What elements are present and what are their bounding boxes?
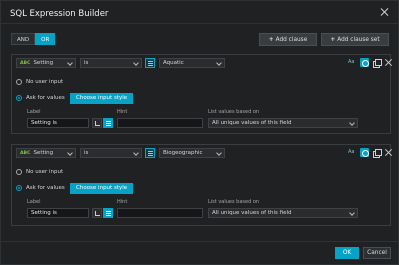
ask-for-values-label: Ask for values (26, 95, 65, 101)
value-source-list-icon[interactable] (145, 58, 155, 68)
add-clause-button[interactable]: + Add clause (259, 33, 317, 46)
value-select[interactable]: Aquatic (159, 58, 225, 68)
value-select[interactable]: Biogeographic (159, 148, 225, 158)
clause-card: ABC Setting is Biogeographic Aa No user i… (11, 144, 391, 226)
list-values-select-value: All unique values of this field (212, 120, 292, 126)
text-field-type-icon: ABC (20, 151, 31, 156)
choose-input-style-button[interactable]: Choose input style (70, 183, 134, 194)
radio-unchecked-icon (16, 79, 22, 85)
dropdown-style-button[interactable] (103, 208, 113, 218)
clause-expression-row: ABC Setting is Biogeographic Aa (12, 145, 390, 159)
plus-icon: + (268, 37, 274, 43)
field-select-value: Setting (33, 60, 54, 66)
label-input[interactable]: Setting is (27, 118, 89, 128)
chevron-down-icon (349, 210, 355, 216)
ask-for-values-option[interactable]: Ask for values (16, 93, 65, 103)
list-glyph-icon (95, 121, 100, 126)
field-select[interactable]: ABC Setting (16, 58, 76, 68)
operator-select-value: is (84, 150, 89, 156)
dialog-title: SQL Expression Builder (10, 9, 109, 19)
settings-icon[interactable] (360, 58, 369, 67)
menu-glyph-icon (106, 211, 111, 216)
hint-input[interactable] (117, 118, 203, 128)
field-select-value: Setting (33, 150, 54, 156)
chevron-down-icon (216, 150, 222, 156)
delete-icon[interactable] (384, 58, 393, 67)
list-values-select[interactable]: All unique values of this field (208, 118, 358, 128)
radio-checked-icon (16, 95, 22, 101)
ask-for-values-option[interactable]: Ask for values (16, 183, 65, 193)
menu-glyph-icon (106, 121, 111, 126)
plus-icon: + (330, 37, 336, 43)
no-user-input-label: No user input (26, 79, 64, 85)
chevron-down-icon (349, 120, 355, 126)
operator-select-value: is (84, 60, 89, 66)
chevron-down-icon (67, 150, 73, 156)
or-toggle-button[interactable]: OR (35, 33, 56, 45)
no-user-input-option[interactable]: No user input (16, 77, 63, 87)
cancel-button[interactable]: Cancel (363, 247, 391, 259)
dropdown-style-button[interactable] (103, 118, 113, 128)
choose-input-style-button[interactable]: Choose input style (70, 93, 134, 104)
ask-for-values-label: Ask for values (26, 185, 65, 191)
copy-icon[interactable] (372, 58, 382, 68)
list-values-select[interactable]: All unique values of this field (208, 208, 358, 218)
case-sensitive-icon[interactable]: Aa (348, 58, 357, 67)
add-clause-set-label: Add clause set (337, 37, 380, 43)
label-input[interactable]: Setting is (27, 208, 89, 218)
radio-checked-icon (16, 185, 22, 191)
text-field-type-icon: ABC (20, 61, 31, 66)
sql-expression-builder-dialog: SQL Expression Builder AND OR + Add claus… (0, 0, 399, 265)
title-divider (1, 23, 399, 24)
and-toggle-button[interactable]: AND (11, 33, 36, 45)
hint-header: Hint (117, 199, 128, 205)
no-user-input-option[interactable]: No user input (16, 167, 63, 177)
label-header: Label (27, 199, 41, 205)
footer-divider (1, 241, 399, 242)
label-header: Label (27, 109, 41, 115)
operator-select[interactable]: is (80, 148, 142, 158)
list-style-button[interactable] (92, 208, 102, 218)
close-icon[interactable] (380, 7, 390, 17)
chevron-down-icon (133, 60, 139, 66)
value-source-list-icon[interactable] (145, 148, 155, 158)
list-glyph-icon (95, 211, 100, 216)
list-style-button[interactable] (92, 118, 102, 128)
case-sensitive-icon[interactable]: Aa (348, 148, 357, 157)
list-values-header: List values based on (208, 199, 260, 205)
list-values-select-value: All unique values of this field (212, 210, 292, 216)
clause-expression-row: ABC Setting is Aquatic Aa (12, 55, 390, 69)
chevron-down-icon (133, 150, 139, 156)
hint-input[interactable] (117, 208, 203, 218)
no-user-input-label: No user input (26, 169, 64, 175)
copy-icon[interactable] (372, 148, 382, 158)
add-clause-set-button[interactable]: + Add clause set (321, 33, 389, 46)
chevron-down-icon (67, 60, 73, 66)
hint-header: Hint (117, 109, 128, 115)
clause-card: ABC Setting is Aquatic Aa No user input A… (11, 54, 391, 134)
delete-icon[interactable] (384, 148, 393, 157)
field-select[interactable]: ABC Setting (16, 148, 76, 158)
value-select-value: Biogeographic (163, 150, 203, 156)
add-clause-label: Add clause (275, 37, 308, 43)
list-values-header: List values based on (208, 109, 260, 115)
radio-unchecked-icon (16, 169, 22, 175)
operator-select[interactable]: is (80, 58, 142, 68)
logic-operator-toggle: AND OR (11, 33, 56, 45)
chevron-down-icon (216, 60, 222, 66)
ok-button[interactable]: OK (335, 247, 359, 259)
value-select-value: Aquatic (163, 60, 184, 66)
settings-icon[interactable] (360, 148, 369, 157)
